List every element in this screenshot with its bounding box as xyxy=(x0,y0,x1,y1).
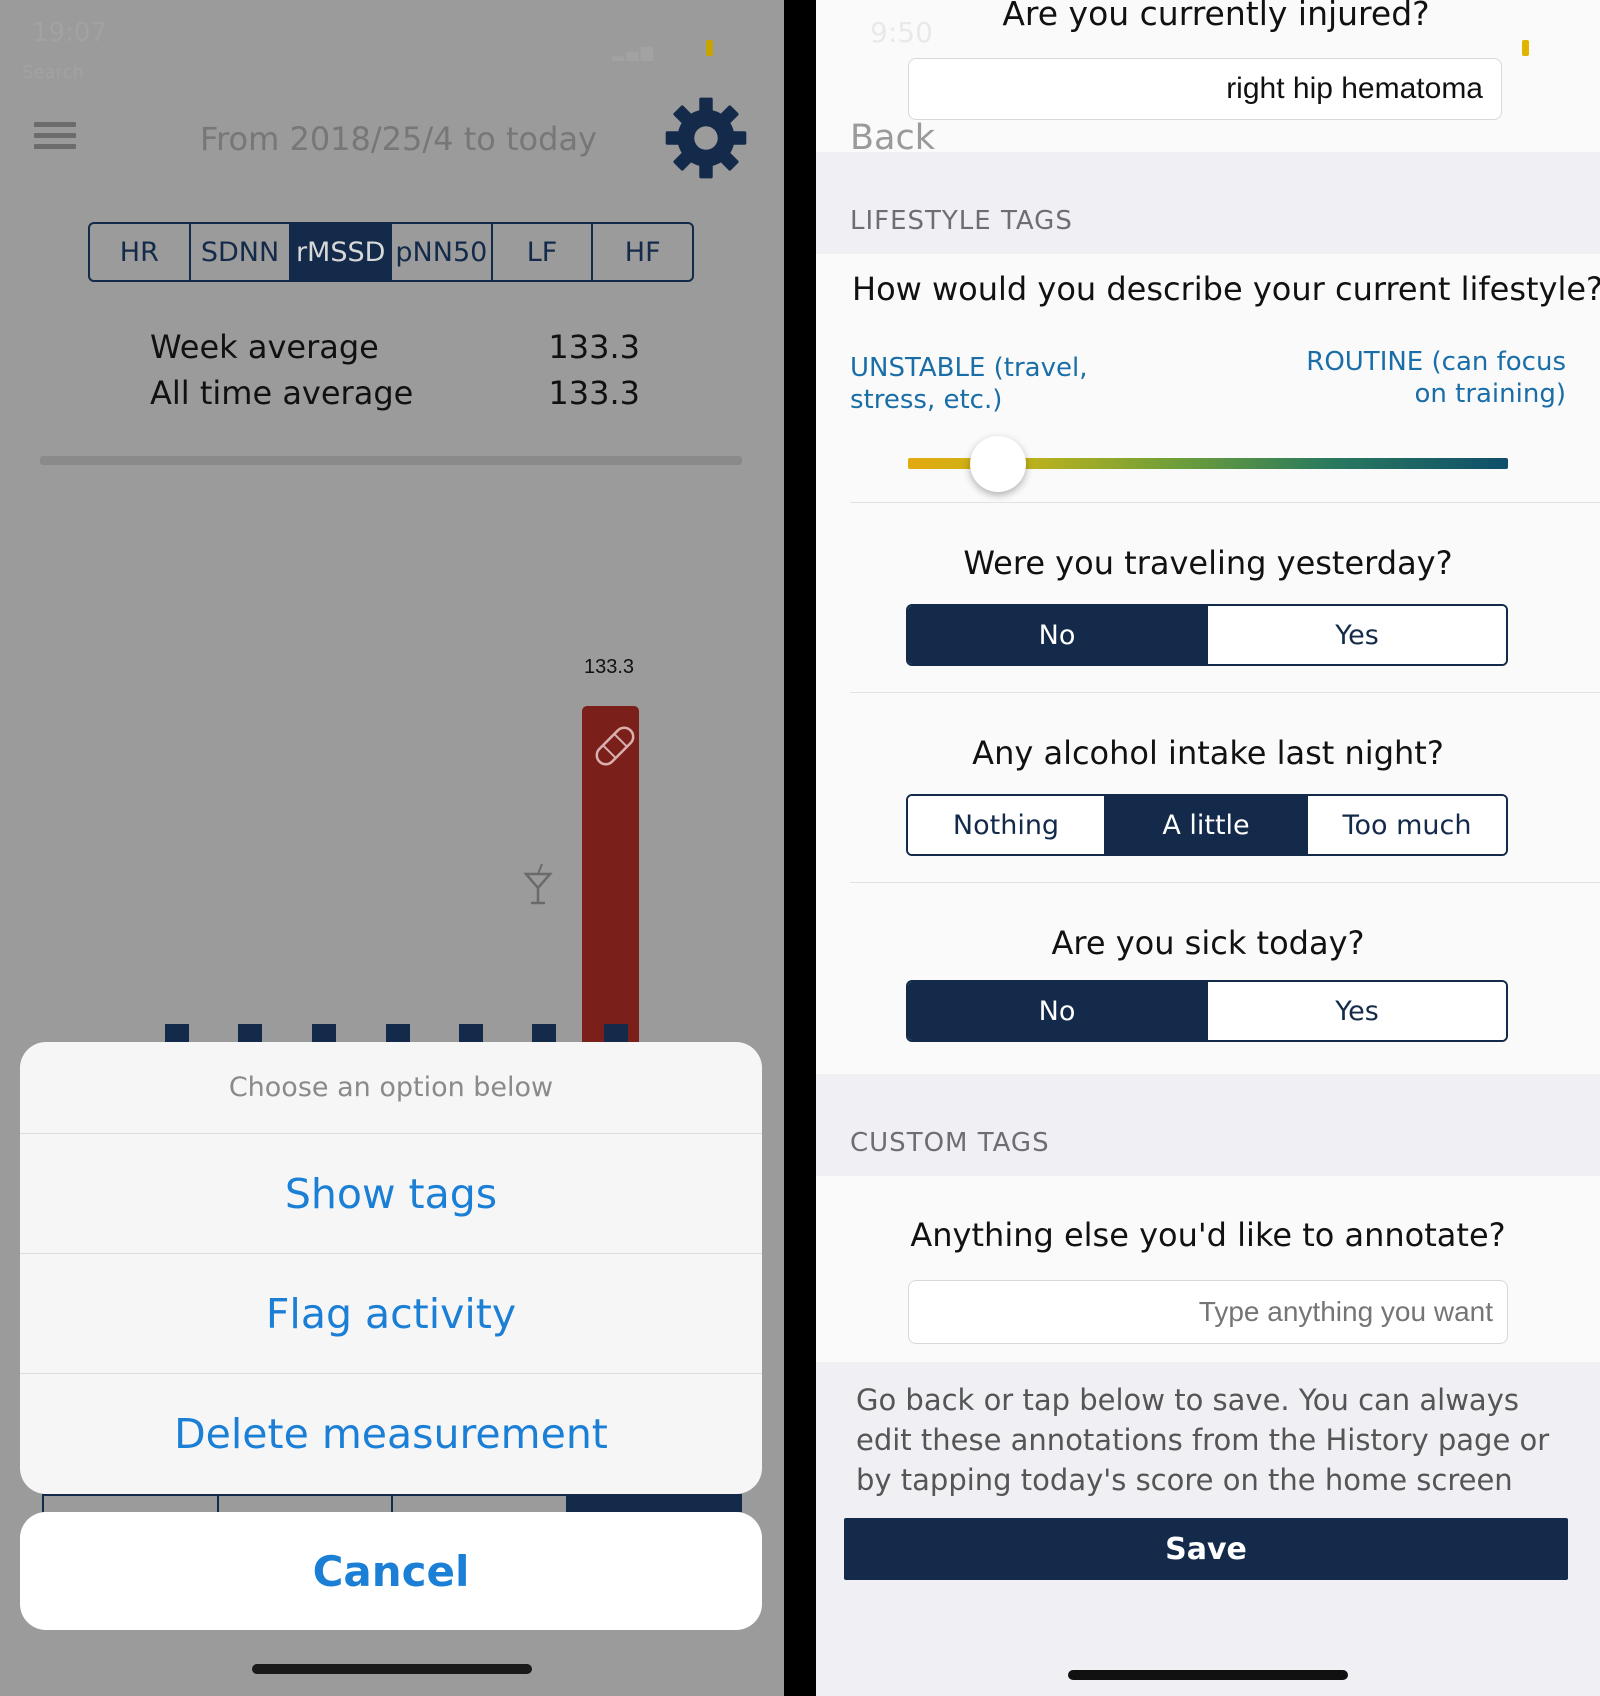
lifestyle-slider-thumb[interactable] xyxy=(970,436,1026,492)
lifestyle-question: How would you describe your current life… xyxy=(852,270,1600,308)
alcohol-nothing-option[interactable]: Nothing xyxy=(908,796,1106,854)
date-range-title: From 2018/25/4 to today xyxy=(200,120,597,158)
signal-icon: ▂▄▆ xyxy=(612,42,655,61)
annotate-input[interactable] xyxy=(908,1280,1508,1344)
show-tags-button[interactable]: Show tags xyxy=(20,1134,762,1254)
action-sheet: Choose an option below Show tags Flag ac… xyxy=(20,1042,762,1494)
status-time: 9:50 xyxy=(870,16,933,49)
sick-yes-option[interactable]: Yes xyxy=(1208,982,1506,1040)
cancel-button[interactable]: Cancel xyxy=(20,1512,762,1630)
footer-note: Go back or tap below to save. You can al… xyxy=(856,1383,1550,1497)
annotate-question: Anything else you'd like to annotate? xyxy=(910,1216,1506,1254)
battery-icon xyxy=(706,40,713,56)
tab-hr[interactable]: HR xyxy=(90,224,191,280)
status-time: 19:07 xyxy=(32,18,107,48)
travel-yes-option[interactable]: Yes xyxy=(1208,606,1506,664)
custom-tags-header: CUSTOM TAGS xyxy=(850,1128,1050,1158)
sick-no-option[interactable]: No xyxy=(908,982,1208,1040)
week-average-label: Week average xyxy=(150,328,379,366)
flag-activity-button[interactable]: Flag activity xyxy=(20,1254,762,1374)
bottom-tabs-partial xyxy=(42,1494,742,1512)
back-button[interactable]: Back xyxy=(850,118,935,158)
history-chart[interactable]: 133.3 xyxy=(0,640,784,1060)
home-indicator[interactable] xyxy=(1068,1670,1348,1680)
history-screen: 19:07 Search ▂▄▆ From 2018/25/4 to today… xyxy=(0,0,784,1696)
home-indicator[interactable] xyxy=(252,1664,532,1674)
tab-lf[interactable]: LF xyxy=(493,224,594,280)
alcohol-a-little-option[interactable]: A little xyxy=(1106,796,1308,854)
battery-icon xyxy=(1522,40,1529,56)
status-back-label: Search xyxy=(22,62,84,83)
custom-tags-panel: Anything else you'd like to annotate? xyxy=(816,1176,1600,1362)
chart-range-bar xyxy=(40,456,742,465)
tab-sdnn[interactable]: SDNN xyxy=(191,224,292,280)
alcohol-too-much-option[interactable]: Too much xyxy=(1308,796,1506,854)
highlighted-bar xyxy=(582,706,639,1060)
cocktail-icon xyxy=(523,863,553,905)
gear-icon[interactable] xyxy=(664,96,748,180)
week-average-row: Week average 133.3 xyxy=(150,328,640,366)
all-time-average-label: All time average xyxy=(150,374,414,412)
hamburger-menu-icon[interactable] xyxy=(34,122,76,152)
delete-measurement-button[interactable]: Delete measurement xyxy=(20,1374,762,1494)
travel-no-option[interactable]: No xyxy=(908,606,1208,664)
lifestyle-panel: How would you describe your current life… xyxy=(816,254,1600,1074)
alcohol-question: Any alcohol intake last night? xyxy=(972,734,1444,772)
all-time-average-value: 133.3 xyxy=(548,374,640,412)
row-divider xyxy=(850,692,1600,693)
travel-segment: No Yes xyxy=(906,604,1508,666)
tags-screen: Are you currently injured? 9:50 Back LIF… xyxy=(816,0,1600,1696)
sick-question: Are you sick today? xyxy=(1051,924,1365,962)
alcohol-segment: Nothing A little Too much xyxy=(906,794,1508,856)
injured-question: Are you currently injured? xyxy=(1002,0,1430,33)
save-button[interactable]: Save xyxy=(844,1518,1568,1580)
row-divider xyxy=(850,502,1600,503)
highlight-value-label: 133.3 xyxy=(584,656,634,678)
action-sheet-title: Choose an option below xyxy=(20,1042,762,1134)
injury-input[interactable] xyxy=(908,58,1502,120)
tab-pnn50[interactable]: pNN50 xyxy=(392,224,493,280)
tab-rmssd[interactable]: rMSSD xyxy=(291,224,393,280)
all-time-average-row: All time average 133.3 xyxy=(150,374,640,412)
sick-segment: No Yes xyxy=(906,980,1508,1042)
tab-hf[interactable]: HF xyxy=(593,224,692,280)
row-divider xyxy=(850,882,1600,883)
slider-left-label: UNSTABLE (travel, stress, etc.) xyxy=(850,353,1088,415)
metric-tabs: HR SDNN rMSSD pNN50 LF HF xyxy=(88,222,694,282)
week-average-value: 133.3 xyxy=(548,328,640,366)
lifestyle-tags-header: LIFESTYLE TAGS xyxy=(850,206,1073,236)
slider-right-label: ROUTINE (can focus on training) xyxy=(1306,347,1566,409)
travel-question: Were you traveling yesterday? xyxy=(963,544,1453,582)
